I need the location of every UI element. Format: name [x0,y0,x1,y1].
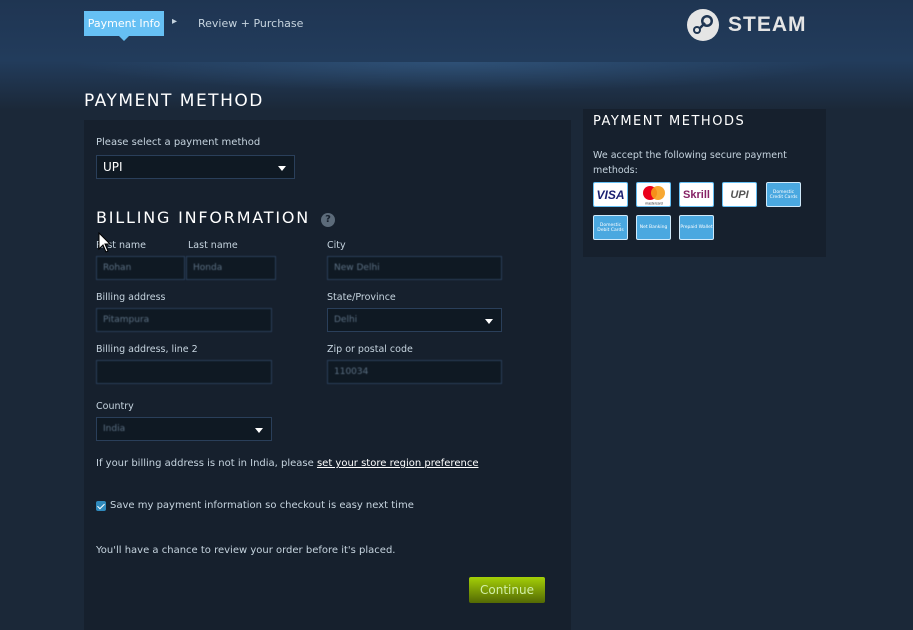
review-notice: You'll have a chance to review your orde… [96,545,396,556]
first-name-field[interactable]: Rohan [96,256,185,280]
prepaid-wallet-icon: Prepaid Wallet [679,215,714,240]
payment-methods-title: PAYMENT METHODS [593,114,746,129]
billing-information-title: BILLING INFORMATION [96,208,311,227]
store-region-link[interactable]: set your store region preference [317,458,479,469]
mastercard-label: mastercard [645,201,663,205]
mastercard-logo-icon: mastercard [642,185,665,205]
region-notice: If your billing address is not in India,… [96,458,478,469]
mouse-cursor-icon [98,232,112,253]
save-payment-row[interactable]: Save my payment information so checkout … [96,500,414,511]
steam-logo-icon [687,9,719,41]
billing-address-field[interactable]: Pitampura [96,308,272,332]
mastercard-icon: mastercard [636,182,671,207]
domestic-debit-cards-icon: Domestic Debit Cards [593,215,628,240]
country-select[interactable]: India [96,417,272,441]
billing-address-line2-field[interactable] [96,360,272,384]
state-value: Delhi [334,315,358,325]
skrill-label: Skrill [683,188,710,201]
net-banking-label: Net Banking [639,225,668,230]
continue-button[interactable]: Continue [469,577,545,603]
domestic-credit-cards-icon: Domestic Credit Cards [766,182,801,207]
payment-method-value: UPI [103,160,123,174]
steam-logo-text: STEAM [728,13,807,36]
billing-address-line2-label: Billing address, line 2 [96,344,198,355]
payment-method-select[interactable]: UPI [96,155,295,179]
payment-methods-panel: PAYMENT METHODS We accept the following … [583,109,826,257]
city-field[interactable]: New Delhi [327,256,502,280]
prepaid-wallet-label: Prepaid Wallet [680,225,713,230]
header-glow [70,62,840,92]
help-icon[interactable]: ? [321,213,335,227]
country-label: Country [96,401,134,412]
zip-field[interactable]: 110034 [327,360,502,384]
visa-icon: VISA [593,182,628,207]
region-notice-text: If your billing address is not in India,… [96,458,317,469]
payment-methods-description: We accept the following secure payment m… [593,150,787,176]
payment-method-label: Please select a payment method [96,137,261,148]
chevron-down-icon [255,428,263,433]
step-review-purchase[interactable]: Review + Purchase [198,17,303,30]
visa-label: VISA [596,187,625,202]
save-payment-checkbox[interactable] [96,500,106,511]
upi-icon: UPI [722,182,757,207]
city-label: City [327,240,346,251]
page-title: PAYMENT METHOD [84,91,264,111]
net-banking-icon: Net Banking [636,215,671,240]
steam-logo[interactable]: STEAM [686,8,807,42]
last-name-label: Last name [188,240,238,251]
billing-address-label: Billing address [96,292,166,303]
step-payment-info[interactable]: Payment Info [84,11,164,41]
state-select[interactable]: Delhi [327,308,502,332]
country-value: India [103,424,126,434]
chevron-down-icon [485,319,493,324]
upi-label: UPI [730,188,749,201]
last-name-field[interactable]: Honda [186,256,276,280]
domestic-debit-cards-label: Domestic Debit Cards [597,222,624,233]
chevron-down-icon [278,166,286,171]
save-payment-label: Save my payment information so checkout … [110,500,414,511]
step-arrow-icon: ▸ [172,16,178,27]
skrill-icon: Skrill [679,182,714,207]
domestic-credit-cards-label: Domestic Credit Cards [769,189,798,200]
state-label: State/Province [327,292,396,303]
zip-label: Zip or postal code [327,344,413,355]
